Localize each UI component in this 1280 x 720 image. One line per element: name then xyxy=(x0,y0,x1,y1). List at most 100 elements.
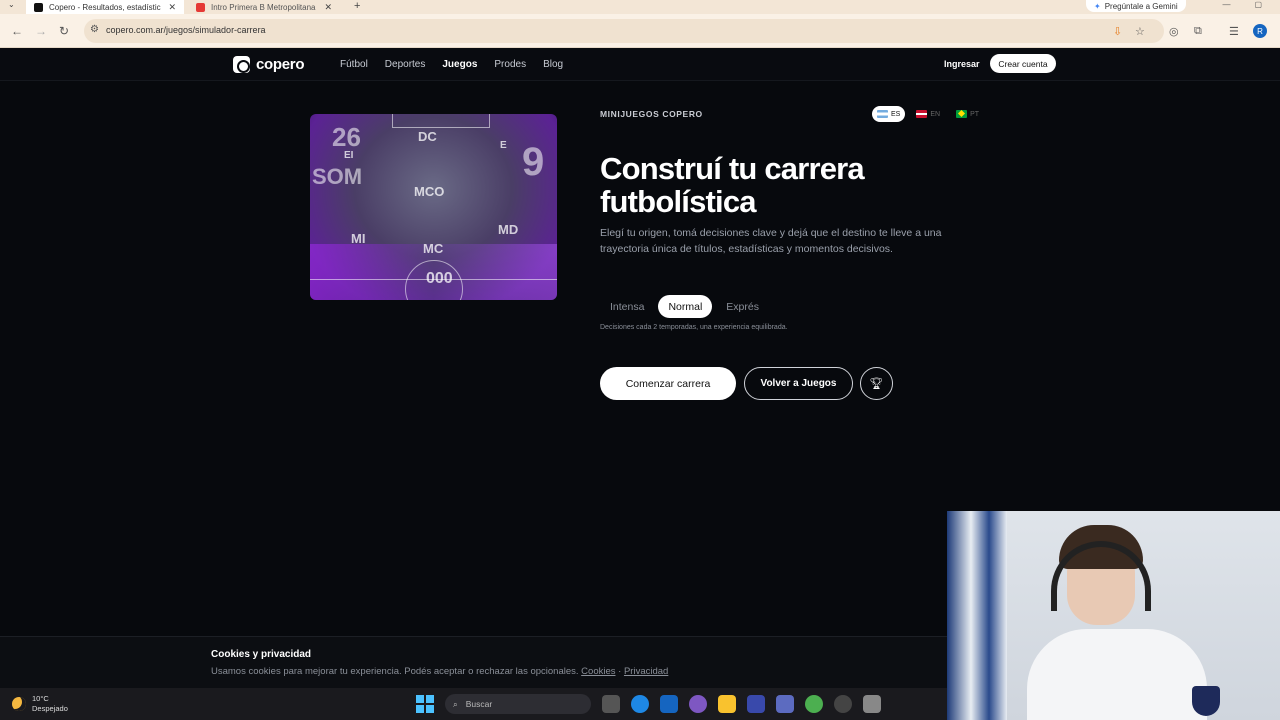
reading-list-icon[interactable]: ☰ xyxy=(1229,25,1239,38)
nav-blog[interactable]: Blog xyxy=(543,59,563,70)
copero-favicon-icon xyxy=(34,2,43,12)
start-career-button[interactable]: Comenzar carrera xyxy=(600,367,736,400)
pitch-box xyxy=(392,114,490,128)
game-preview-image: 26 9 SOM DC MCO MI MC MD EI E 000 xyxy=(310,114,557,300)
section-kicker: MINIJUEGOS COPERO xyxy=(600,109,703,119)
profile-avatar[interactable]: R xyxy=(1253,24,1267,38)
nav-juegos[interactable]: Juegos xyxy=(442,59,477,70)
gemini-label: Pregúntale a Gemini xyxy=(1104,1,1178,11)
store-icon[interactable] xyxy=(747,695,765,713)
browser-tab-youtube[interactable]: Intro Primera B Metropolitana ✕ xyxy=(190,0,340,14)
nav-deportes[interactable]: Deportes xyxy=(385,59,426,70)
close-tab-icon[interactable]: ✕ xyxy=(168,2,176,13)
position-label: E xyxy=(500,140,507,151)
reload-icon[interactable]: ↻ xyxy=(59,24,69,38)
url-text: copero.com.ar/juegos/simulador-carrera xyxy=(106,25,266,35)
maximize-icon[interactable]: ▢ xyxy=(1254,0,1262,9)
file-explorer-icon[interactable] xyxy=(718,695,736,713)
weather-widget[interactable]: 10°C Despejado xyxy=(12,694,68,714)
copilot-icon[interactable] xyxy=(689,695,707,713)
app-icon[interactable] xyxy=(863,695,881,713)
obs-icon[interactable] xyxy=(834,695,852,713)
lang-en[interactable]: EN xyxy=(911,106,945,122)
trophy-button[interactable]: 🏆︎ xyxy=(860,367,893,400)
page-description: Elegí tu origen, tomá decisiones clave y… xyxy=(600,227,942,255)
brazil-flag-icon xyxy=(956,110,968,118)
nav-prodes[interactable]: Prodes xyxy=(494,59,526,70)
nav-futbol[interactable]: Fútbol xyxy=(340,59,368,70)
cookie-message: Usamos cookies para mejorar tu experienc… xyxy=(211,666,579,677)
window-controls: — ▢ xyxy=(1222,0,1262,9)
shirt-number: 26 xyxy=(332,122,361,152)
gemini-button[interactable]: ✦ Pregúntale a Gemini xyxy=(1086,0,1186,12)
page-title: Construí tu carrera futbolística xyxy=(600,151,865,219)
uk-flag-icon xyxy=(916,110,928,118)
google-lens-icon[interactable]: ◎ xyxy=(1169,25,1179,38)
position-label: MCO xyxy=(414,184,445,199)
privacy-link[interactable]: Privacidad xyxy=(624,666,668,677)
install-app-icon[interactable]: ⇩ xyxy=(1113,25,1122,38)
shirt-number: 9 xyxy=(522,140,545,184)
close-tab-icon[interactable]: ✕ xyxy=(324,2,332,13)
lang-pt[interactable]: PT xyxy=(951,106,984,122)
webcam-overlay xyxy=(947,511,1280,720)
tab-title: Intro Primera B Metropolitana xyxy=(211,2,316,12)
jersey-crest xyxy=(1192,686,1220,716)
main-nav: Fútbol Deportes Juegos Prodes Blog xyxy=(340,59,563,70)
position-label: DC xyxy=(418,129,437,144)
tab-title: Copero - Resultados, estadístic xyxy=(49,2,161,12)
teams-icon[interactable] xyxy=(776,695,794,713)
lang-es[interactable]: ES xyxy=(872,106,906,122)
cookie-banner: Cookies y privacidad Usamos cookies para… xyxy=(0,636,948,688)
moon-icon xyxy=(12,697,26,711)
cookies-link[interactable]: Cookies xyxy=(581,666,615,677)
search-icon: ⌕ xyxy=(453,698,458,709)
mode-selector: Intensa Normal Exprés xyxy=(600,295,769,318)
site-info-icon[interactable]: ⚙ xyxy=(90,24,99,35)
forward-icon[interactable]: → xyxy=(35,24,47,38)
youtube-favicon-icon xyxy=(196,2,205,12)
chrome-icon[interactable] xyxy=(805,695,823,713)
address-bar[interactable]: ⚙ copero.com.ar/juegos/simulador-carrera xyxy=(84,19,1164,43)
logo-text: copero xyxy=(256,56,305,73)
outlook-icon[interactable] xyxy=(660,695,678,713)
windows-start-icon[interactable] xyxy=(416,695,434,713)
tab-search-icon[interactable]: ⌄ xyxy=(8,0,15,9)
cookie-title: Cookies y privacidad xyxy=(211,649,312,660)
site-header: copero Fútbol Deportes Juegos Prodes Blo… xyxy=(0,48,1280,81)
mode-normal[interactable]: Normal xyxy=(658,295,713,318)
browser-tab-copero[interactable]: Copero - Resultados, estadístic ✕ xyxy=(26,0,184,14)
position-label: MC xyxy=(423,241,444,256)
link-separator: · xyxy=(618,666,622,677)
copero-logo-icon xyxy=(233,56,250,73)
trophy-icon: 🏆︎ xyxy=(869,378,884,390)
back-to-games-button[interactable]: Volver a Juegos xyxy=(744,367,853,400)
lang-code: EN xyxy=(930,110,941,118)
back-icon[interactable]: ← xyxy=(11,24,23,38)
browser-tab-bar: ⌄ Copero - Resultados, estadístic ✕ Intr… xyxy=(0,0,1280,14)
argentina-flag-icon xyxy=(877,110,888,118)
mode-expres[interactable]: Exprés xyxy=(716,295,769,318)
minimize-icon[interactable]: — xyxy=(1222,0,1230,9)
signup-button[interactable]: Crear cuenta xyxy=(990,54,1056,73)
bookmark-star-icon[interactable]: ☆ xyxy=(1135,25,1145,38)
language-switcher: ES EN PT xyxy=(872,106,984,122)
copero-logo[interactable]: copero xyxy=(233,56,305,73)
weather-text: 10°C Despejado xyxy=(32,694,68,714)
login-link[interactable]: Ingresar xyxy=(944,59,980,69)
lang-code: PT xyxy=(970,110,980,118)
extensions-icon[interactable]: ⧉ xyxy=(1194,25,1202,38)
browser-toolbar: ← → ↻ ⚙ copero.com.ar/juegos/simulador-c… xyxy=(0,14,1280,48)
new-tab-icon[interactable]: + xyxy=(354,0,360,12)
gemini-icon: ✦ xyxy=(1094,1,1101,11)
edge-icon[interactable] xyxy=(631,695,649,713)
windows-taskbar: 10°C Despejado ⌕ Buscar xyxy=(0,688,947,720)
streamer-jersey xyxy=(1027,629,1207,720)
mode-description: Decisiones cada 2 temporadas, una experi… xyxy=(600,324,788,331)
cookie-text: Usamos cookies para mejorar tu experienc… xyxy=(211,666,668,677)
position-label: MI xyxy=(351,231,366,246)
taskbar-search[interactable]: ⌕ Buscar xyxy=(445,694,591,714)
mode-intensa[interactable]: Intensa xyxy=(600,295,654,318)
task-view-icon[interactable] xyxy=(602,695,620,713)
search-placeholder: Buscar xyxy=(465,699,493,709)
